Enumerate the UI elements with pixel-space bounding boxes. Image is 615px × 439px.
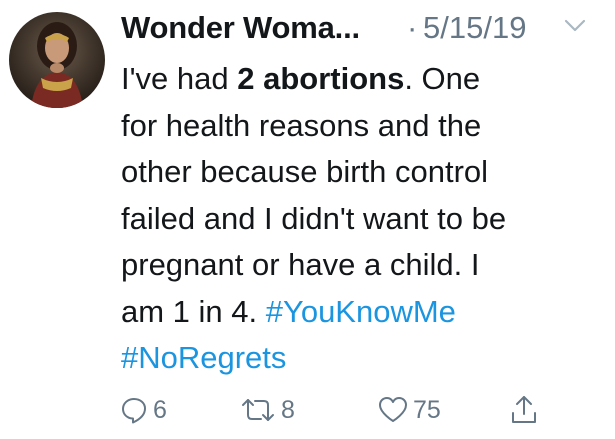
tweet-text-line: for health reasons and the (121, 107, 482, 143)
avatar[interactable] (9, 12, 105, 108)
like-count: 75 (413, 395, 441, 424)
chevron-down-icon[interactable] (564, 18, 586, 34)
tweet[interactable]: Wonder Woma... · 5/15/19 I've had 2 abor… (0, 0, 615, 439)
reply-button[interactable]: 6 (119, 392, 167, 428)
like-button[interactable]: 75 (377, 392, 441, 428)
display-name[interactable]: Wonder Woma... (121, 10, 360, 46)
tweet-text-line: pregnant or have a child. I (121, 247, 480, 282)
reply-count: 6 (153, 395, 167, 424)
hashtag-link[interactable]: #YouKnowMe (266, 294, 456, 329)
text-segment: . One (404, 61, 481, 96)
action-bar: 6 8 75 (117, 392, 567, 428)
retweet-icon (239, 395, 277, 425)
tweet-header: Wonder Woma... · 5/15/19 (121, 6, 601, 50)
heart-icon (377, 395, 409, 425)
avatar-image (9, 12, 105, 108)
bold-text: 2 abortions (237, 61, 405, 96)
separator-dot: · (407, 10, 418, 45)
tweet-text-line: am 1 in 4. #YouKnowMe (121, 289, 581, 336)
retweet-count: 8 (281, 395, 295, 424)
retweet-button[interactable]: 8 (239, 392, 295, 428)
tweet-text-line: failed and I didn't want to be (121, 200, 507, 236)
tweet-text-line: #NoRegrets (121, 335, 581, 382)
reply-icon (119, 395, 149, 425)
hashtag-link[interactable]: #NoRegrets (121, 340, 286, 375)
share-button[interactable] (509, 392, 539, 428)
timestamp[interactable]: 5/15/19 (423, 10, 526, 46)
text-segment: am 1 in 4. (121, 293, 266, 329)
tweet-text-line: I've had 2 abortions. One (121, 56, 581, 103)
tweet-text: I've had 2 abortions. One for health rea… (121, 56, 581, 382)
share-icon (509, 394, 539, 426)
text-segment: I've had (121, 61, 238, 96)
tweet-text-line: other because birth control (121, 154, 489, 189)
